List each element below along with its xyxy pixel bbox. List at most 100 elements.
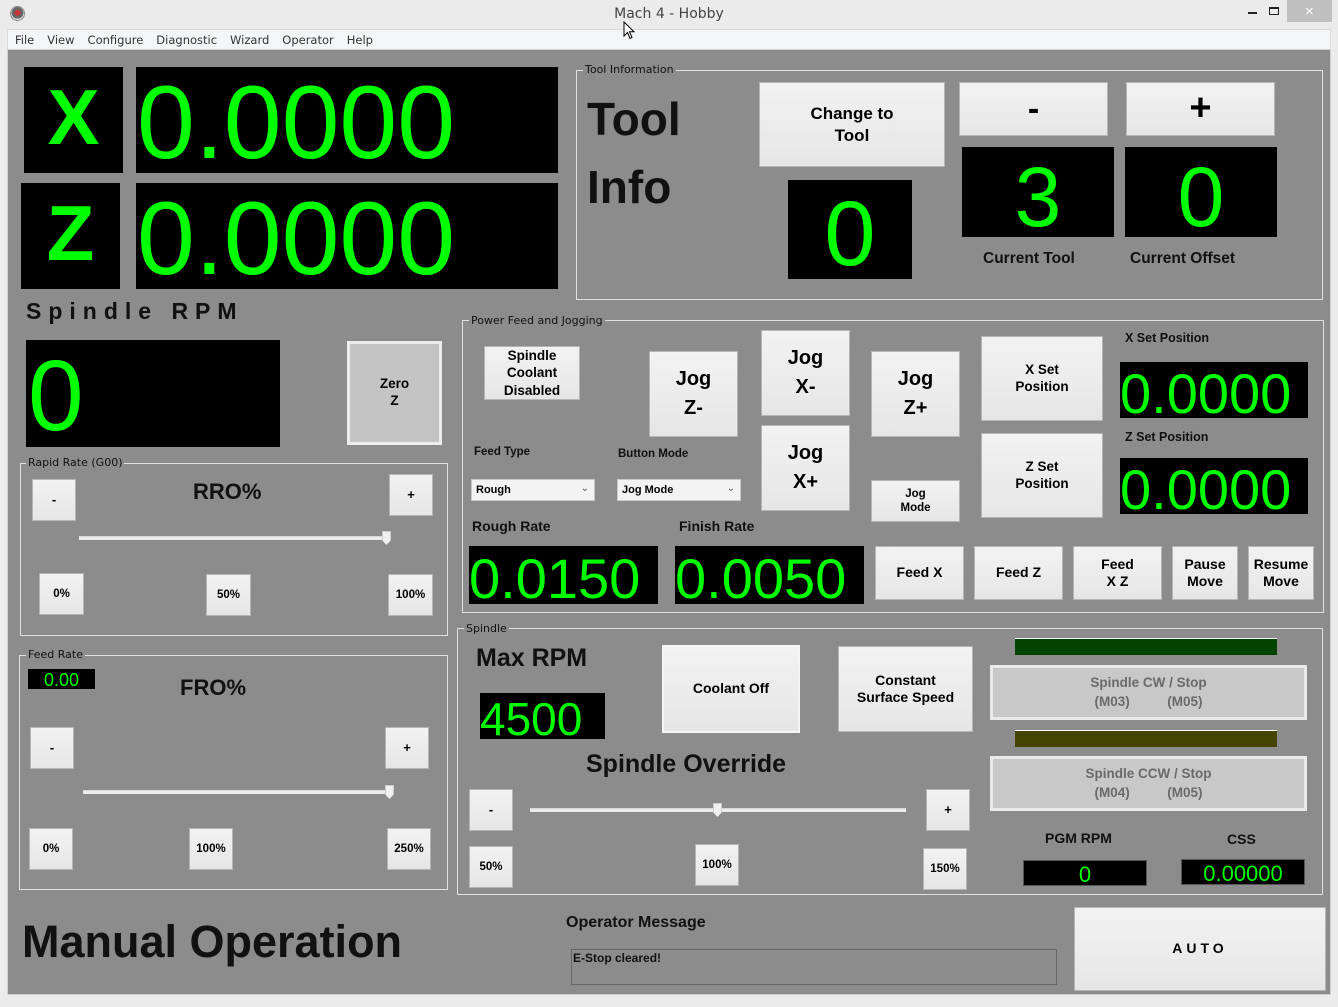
chevron-down-icon: ⌄ (726, 483, 735, 494)
feed-x-button[interactable]: Feed X (875, 546, 964, 600)
cursor-arrow-icon (623, 20, 636, 40)
rapid-rate-group-label: Rapid Rate (G00) (26, 456, 125, 469)
css-label: CSS (1227, 831, 1256, 847)
change-to-tool-button[interactable]: Change to Tool (759, 82, 945, 167)
maximize-icon (1269, 7, 1279, 15)
spindle-rpm-dro: 0 (26, 340, 280, 447)
rro-preset-100-button[interactable]: 100% (388, 574, 433, 616)
close-icon: × (1305, 2, 1314, 20)
auto-button[interactable]: AUTO (1074, 907, 1326, 991)
tool-info-heading-line1: Tool (587, 93, 681, 145)
resume-move-button[interactable]: Resume Move (1248, 546, 1314, 600)
rough-rate-dro: 0.0150 (469, 546, 658, 604)
menu-operator[interactable]: Operator (276, 33, 339, 47)
feed-rate-group-label: Feed Rate (26, 648, 85, 661)
rro-preset-50-button[interactable]: 50% (206, 574, 251, 616)
jog-z-plus-button[interactable]: Jog Z+ (871, 351, 960, 437)
finish-rate-dro: 0.0050 (675, 546, 864, 604)
current-offset-dro: 0 (1125, 147, 1277, 237)
spindle-cw-button[interactable]: Spindle CW / Stop (M03) (M05) (990, 665, 1307, 720)
operator-message-text: E-Stop cleared! (573, 951, 662, 965)
menu-help[interactable]: Help (341, 33, 379, 47)
feed-z-button[interactable]: Feed Z (974, 546, 1063, 600)
fro-preset-0-button[interactable]: 0% (29, 828, 73, 870)
spindle-preset-150-button[interactable]: 150% (923, 848, 967, 890)
finish-rate-label: Finish Rate (679, 518, 755, 534)
menu-file[interactable]: File (9, 33, 40, 47)
main-panel: X 0.0000 Z 0.0000 Spindle RPM 0 Zero Z T… (7, 49, 1331, 995)
chevron-down-icon: ⌄ (580, 483, 589, 494)
x-set-position-button[interactable]: X Set Position (981, 336, 1103, 421)
spindle-override-increment-button[interactable]: + (926, 789, 970, 831)
maximize-button[interactable] (1262, 0, 1286, 22)
fro-preset-250-button[interactable]: 250% (387, 828, 431, 870)
z-axis-label: Z (21, 183, 120, 289)
jog-x-minus-button[interactable]: Jog X- (761, 330, 850, 416)
current-offset-label: Current Offset (1130, 250, 1236, 267)
fro-decrement-button[interactable]: - (30, 727, 74, 769)
close-button[interactable]: × (1287, 0, 1332, 22)
title-bar: Mach 4 - Hobby × (0, 0, 1338, 29)
rro-title: RRO% (193, 479, 262, 504)
rro-decrement-button[interactable]: - (32, 479, 76, 521)
spindle-ccw-button[interactable]: Spindle CCW / Stop (M04) (M05) (990, 756, 1307, 811)
menu-wizard[interactable]: Wizard (224, 33, 275, 47)
pause-move-button[interactable]: Pause Move (1172, 546, 1238, 600)
current-tool-dro: 3 (962, 147, 1114, 237)
jog-mode-button[interactable]: Jog Mode (871, 480, 960, 522)
spindle-ccw-indicator (1015, 730, 1277, 747)
current-tool-label: Current Tool (983, 250, 1075, 267)
x-axis-label: X (24, 67, 123, 173)
mode-title: Manual Operation (22, 916, 403, 967)
z-set-position-label: Z Set Position (1125, 430, 1209, 444)
button-mode-select[interactable]: Jog Mode ⌄ (617, 479, 741, 501)
feed-xz-button[interactable]: Feed X Z (1073, 546, 1162, 600)
constant-surface-speed-button[interactable]: Constant Surface Speed (838, 646, 973, 732)
spindle-rpm-title: Spindle RPM (26, 298, 244, 324)
pgm-rpm-dro: 0 (1023, 860, 1147, 886)
fro-preset-100-button[interactable]: 100% (189, 828, 233, 870)
coolant-off-button[interactable]: Coolant Off (662, 645, 800, 733)
feed-type-label: Feed Type (474, 446, 531, 458)
change-to-tool-dro: 0 (788, 180, 912, 279)
spindle-override-decrement-button[interactable]: - (469, 789, 513, 831)
z-set-position-button[interactable]: Z Set Position (981, 433, 1103, 518)
z-set-position-dro: 0.0000 (1120, 458, 1308, 514)
operator-message-label: Operator Message (566, 914, 706, 931)
minimize-icon (1247, 12, 1257, 14)
menu-view[interactable]: View (41, 33, 80, 47)
rro-slider-track[interactable] (79, 536, 389, 540)
max-rpm-dro: 4500 (480, 693, 605, 739)
zero-z-button[interactable]: Zero Z (347, 341, 442, 445)
rro-preset-0-button[interactable]: 0% (39, 573, 84, 615)
max-rpm-label: Max RPM (476, 644, 588, 672)
window-title: Mach 4 - Hobby (614, 6, 724, 22)
tool-info-heading-line2: Info (587, 161, 672, 213)
menu-bar: File View Configure Diagnostic Wizard Op… (7, 29, 1331, 49)
button-mode-label: Button Mode (618, 448, 689, 460)
fro-slider-track[interactable] (83, 790, 391, 794)
pgm-rpm-label: PGM RPM (1045, 830, 1112, 846)
power-feed-group-label: Power Feed and Jogging (469, 314, 605, 327)
tool-increment-button[interactable]: + (1126, 82, 1275, 136)
x-axis-dro: 0.0000 (136, 67, 558, 173)
spindle-cw-indicator (1015, 638, 1277, 655)
button-mode-selected: Jog Mode (622, 484, 674, 496)
z-axis-dro: 0.0000 (136, 183, 558, 289)
feed-type-selected: Rough (476, 484, 511, 496)
feed-type-select[interactable]: Rough ⌄ (471, 479, 595, 501)
spindle-coolant-button[interactable]: Spindle Coolant Disabled (484, 346, 580, 400)
menu-diagnostic[interactable]: Diagnostic (150, 33, 223, 47)
x-set-position-label: X Set Position (1125, 331, 1210, 345)
spindle-preset-50-button[interactable]: 50% (469, 846, 513, 888)
rro-increment-button[interactable]: + (389, 474, 433, 516)
spindle-preset-100-button[interactable]: 100% (695, 844, 739, 886)
jog-x-plus-button[interactable]: Jog X+ (761, 425, 850, 511)
spindle-group-label: Spindle (464, 622, 509, 635)
menu-configure[interactable]: Configure (82, 33, 150, 47)
jog-z-minus-button[interactable]: Jog Z- (649, 351, 738, 437)
tool-decrement-button[interactable]: - (959, 82, 1108, 136)
fro-title: FRO% (180, 675, 246, 700)
operator-message-box: E-Stop cleared! (571, 949, 1057, 985)
fro-increment-button[interactable]: + (385, 727, 429, 769)
